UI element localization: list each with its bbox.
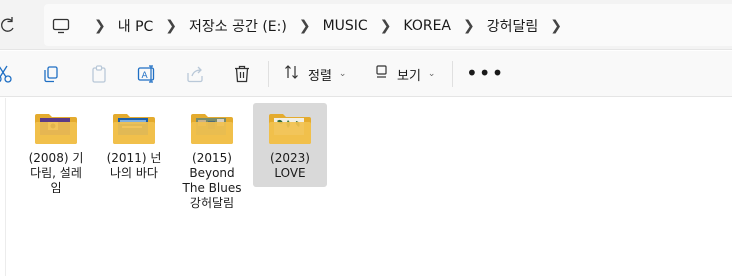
sort-button[interactable]: 정렬 ⌄ bbox=[284, 64, 346, 84]
view-button[interactable]: 보기 ⌄ bbox=[375, 64, 435, 84]
folder-label: (2023) LOVE bbox=[270, 151, 310, 180]
svg-text:A: A bbox=[142, 71, 149, 81]
breadcrumb-item-artist[interactable]: 강허달림 bbox=[487, 16, 539, 36]
toolbar-divider bbox=[268, 61, 269, 87]
folder-item[interactable]: (2015) Beyond The Blues 강허달림 bbox=[175, 103, 249, 210]
folder-icon bbox=[35, 114, 77, 144]
folder-icon bbox=[269, 114, 311, 144]
chevron-right-icon[interactable]: ❯ bbox=[463, 18, 475, 34]
more-options-icon[interactable]: ••• bbox=[466, 63, 504, 83]
chevron-right-icon[interactable]: ❯ bbox=[380, 18, 392, 34]
copy-icon[interactable] bbox=[42, 63, 60, 85]
breadcrumb: ❯ 내 PC ❯ 저장소 공간 (E:) ❯ MUSIC ❯ KOREA ❯ 강… bbox=[52, 14, 574, 38]
monitor-icon[interactable] bbox=[52, 18, 70, 34]
folder-label: (2008) 기 다림, 설레 임 bbox=[28, 151, 84, 195]
file-list: (2008) 기 다림, 설레 임 (2011) 넌 나의 바다 (2015) … bbox=[0, 98, 732, 276]
address-bar-region: ❯ 내 PC ❯ 저장소 공간 (E:) ❯ MUSIC ❯ KOREA ❯ 강… bbox=[0, 0, 732, 50]
view-icon bbox=[375, 64, 389, 84]
breadcrumb-item-drive[interactable]: 저장소 공간 (E:) bbox=[189, 16, 287, 36]
breadcrumb-item-music[interactable]: MUSIC bbox=[323, 18, 368, 34]
folder-item-selected[interactable]: (2023) LOVE bbox=[253, 103, 327, 187]
folder-item[interactable]: (2008) 기 다림, 설레 임 bbox=[19, 103, 93, 195]
paste-icon[interactable] bbox=[90, 63, 108, 85]
chevron-right-icon[interactable]: ❯ bbox=[550, 18, 562, 34]
chevron-right-icon[interactable]: ❯ bbox=[94, 18, 106, 34]
folder-icon bbox=[191, 114, 233, 144]
folder-label: (2011) 넌 나의 바다 bbox=[106, 151, 162, 180]
breadcrumb-item-korea[interactable]: KOREA bbox=[403, 18, 451, 34]
sort-label: 정렬 bbox=[308, 68, 332, 84]
navigation-pane-edge bbox=[0, 98, 6, 276]
sort-icon bbox=[284, 64, 300, 84]
chevron-down-icon: ⌄ bbox=[338, 69, 347, 79]
chevron-down-icon: ⌄ bbox=[427, 69, 436, 79]
command-bar: A 정렬 ⌄ 보기 ⌄ ••• bbox=[0, 51, 732, 97]
breadcrumb-item-this-pc[interactable]: 내 PC bbox=[118, 16, 154, 36]
chevron-right-icon[interactable]: ❯ bbox=[165, 18, 177, 34]
refresh-icon[interactable] bbox=[0, 15, 18, 35]
chevron-right-icon[interactable]: ❯ bbox=[299, 18, 311, 34]
cut-icon[interactable] bbox=[0, 63, 12, 85]
toolbar-divider bbox=[452, 61, 453, 87]
folder-icon bbox=[113, 114, 155, 144]
folder-label: (2015) Beyond The Blues 강허달림 bbox=[182, 151, 242, 210]
rename-icon[interactable]: A bbox=[137, 63, 157, 85]
view-label: 보기 bbox=[397, 68, 421, 84]
share-icon[interactable] bbox=[186, 63, 204, 85]
delete-icon[interactable] bbox=[233, 63, 251, 85]
folder-item[interactable]: (2011) 넌 나의 바다 bbox=[97, 103, 171, 187]
